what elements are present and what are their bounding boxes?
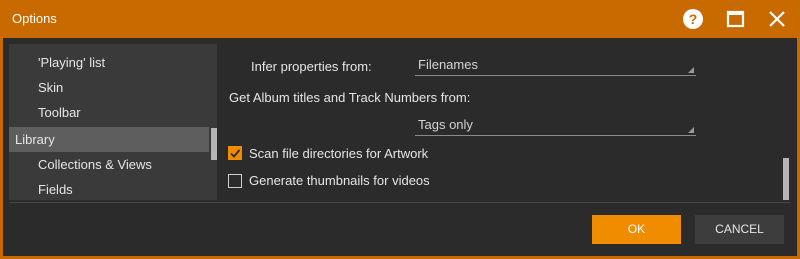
maximize-icon[interactable] — [725, 8, 747, 30]
divider — [9, 202, 791, 203]
scan-artwork-checkbox[interactable] — [228, 146, 242, 160]
cancel-button[interactable]: CANCEL — [695, 215, 784, 244]
settings-nav: 'Playing' list Skin Toolbar Library Coll… — [9, 44, 217, 200]
video-thumbnails-label[interactable]: Generate thumbnails for videos — [249, 173, 430, 188]
settings-content: Infer properties from: Filenames Get Alb… — [219, 38, 797, 200]
infer-properties-value: Filenames — [418, 57, 478, 72]
svg-text:?: ? — [689, 11, 698, 27]
dialog-body: 'Playing' list Skin Toolbar Library Coll… — [3, 38, 797, 256]
ok-button[interactable]: OK — [592, 215, 681, 244]
help-icon[interactable]: ? — [682, 8, 704, 30]
nav-item-playing-list[interactable]: 'Playing' list — [9, 50, 209, 75]
nav-item-fields[interactable]: Fields — [9, 177, 209, 200]
title-bar[interactable]: Options ? — [0, 0, 800, 38]
window-title: Options — [12, 11, 57, 26]
checkmark-icon — [230, 149, 241, 158]
album-source-select[interactable]: Tags only — [415, 113, 696, 136]
nav-scrollbar[interactable] — [211, 128, 217, 160]
dropdown-arrow-icon — [688, 127, 694, 133]
dropdown-arrow-icon — [688, 67, 694, 73]
content-scrollbar[interactable] — [783, 158, 789, 200]
close-icon[interactable] — [766, 8, 788, 30]
options-dialog: Options ? 'Playing' list Skin Toolbar Li… — [0, 0, 800, 259]
nav-item-library[interactable]: Library — [9, 127, 209, 152]
infer-properties-label: Infer properties from: — [251, 59, 372, 74]
album-source-value: Tags only — [418, 117, 473, 132]
infer-properties-select[interactable]: Filenames — [415, 53, 696, 76]
nav-item-skin[interactable]: Skin — [9, 75, 209, 100]
nav-item-toolbar[interactable]: Toolbar — [9, 100, 209, 125]
nav-item-collections-views[interactable]: Collections & Views — [9, 152, 209, 177]
video-thumbnails-checkbox[interactable] — [228, 174, 242, 188]
album-source-label: Get Album titles and Track Numbers from: — [229, 90, 471, 105]
scan-artwork-label[interactable]: Scan file directories for Artwork — [249, 146, 428, 161]
